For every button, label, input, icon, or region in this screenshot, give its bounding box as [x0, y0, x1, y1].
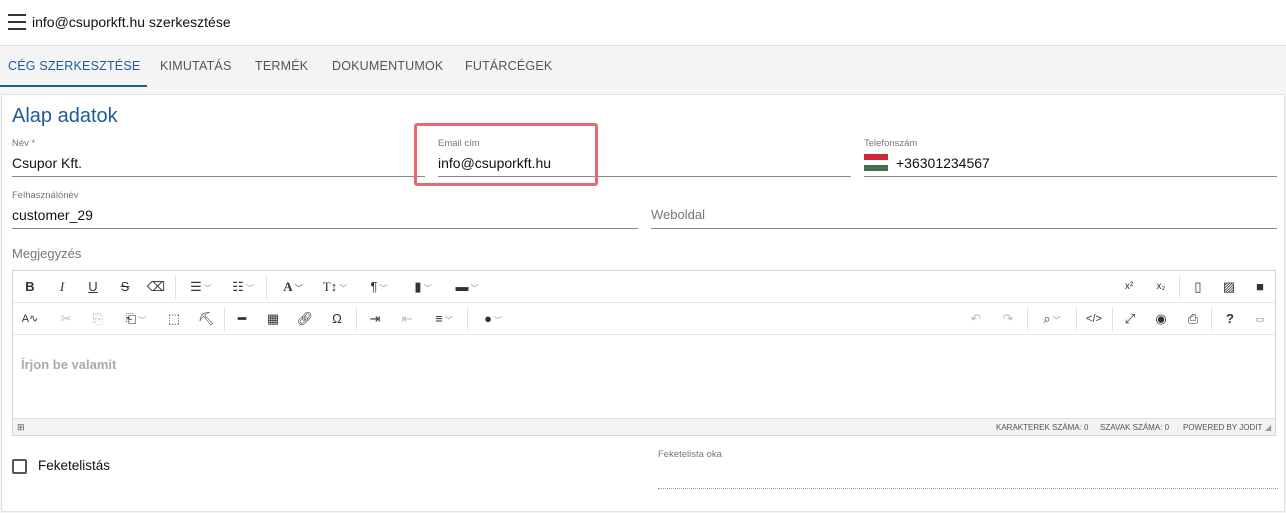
note-label: Megjegyzés [12, 246, 82, 261]
blacklist-reason-underline [658, 488, 1278, 489]
file-icon[interactable]: ▯ [1183, 271, 1213, 303]
image-icon[interactable]: ▨ [1214, 271, 1244, 303]
char-count: KARAKTEREK SZÁMA: 0 [996, 423, 1089, 432]
rich-text-editor: B I U S ⌫ ☰ ﹀ ☷ ﹀ A ﹀ T↕ ﹀ ¶ ﹀ ▮ ﹀ ▬ ﹀ x² x₂ ▯ … [12, 270, 1276, 436]
word-count: SZAVAK SZÁMA: 0 [1100, 423, 1170, 432]
name-field[interactable]: Név * Csupor Kft. [12, 138, 425, 178]
copy-icon[interactable]: ⎘ [83, 303, 113, 335]
hungary-flag-icon[interactable] [864, 154, 888, 171]
table-style-icon[interactable]: ▬ ﹀ [447, 271, 487, 303]
resize-grip-icon[interactable]: ⊞ [17, 419, 25, 436]
horizontal-line-icon[interactable]: ━ [227, 303, 257, 335]
form-panel: Alap adatok Név * Csupor Kft. Email cím … [1, 94, 1285, 512]
phone-field[interactable]: Telefonszám +36301234567 [864, 138, 1277, 178]
blacklisted-label: Feketelistás [38, 458, 111, 473]
tab-futarcegek[interactable]: FUTÁRCÉGEK [465, 47, 552, 87]
tab-bar: CÉG SZERKESZTÉSE KIMUTATÁS TERMÉK DOKUME… [0, 47, 1286, 87]
username-label: Felhasználónév [12, 190, 79, 201]
tab-termek[interactable]: TERMÉK [255, 47, 308, 87]
eraser-icon[interactable]: ⌫ [141, 271, 171, 303]
top-bar: info@csuporkft.hu szerkesztése [0, 0, 1286, 46]
video-icon[interactable]: ■ [1245, 271, 1275, 303]
editor-toolbar-row-1: B I U S ⌫ ☰ ﹀ ☷ ﹀ A ﹀ T↕ ﹀ ¶ ﹀ ▮ ﹀ ▬ ﹀ x² x₂ ▯ … [13, 271, 1275, 303]
print-icon[interactable]: ⎙ [1178, 303, 1208, 335]
brush-color-icon[interactable]: ● ﹀ [473, 303, 513, 335]
redo-icon[interactable]: ↷ [993, 303, 1023, 335]
numbered-list-icon[interactable]: ☷ ﹀ [223, 271, 263, 303]
subscript-icon[interactable]: x₂ [1146, 271, 1176, 303]
powered-by-link[interactable]: POWERED BY JODIT [1183, 419, 1262, 436]
phone-value: +36301234567 [896, 155, 990, 171]
website-field[interactable]: Weboldal [651, 190, 1277, 230]
username-underline [12, 228, 638, 229]
select-all-icon[interactable]: ⬚ [159, 303, 189, 335]
paste-icon[interactable]: ⎗ ﹀ [116, 303, 156, 335]
bullet-list-icon[interactable]: ☰ ﹀ [181, 271, 221, 303]
website-underline [651, 228, 1277, 229]
menu-icon[interactable] [8, 14, 26, 30]
website-label: Weboldal [651, 207, 705, 222]
name-value: Csupor Kft. [12, 155, 83, 171]
font-icon[interactable]: A ﹀ [273, 271, 313, 303]
editor-content-area[interactable]: Írjon be valamit [13, 335, 1275, 419]
link-icon[interactable]: 🔗︎ [290, 303, 320, 335]
username-field[interactable]: Felhasználónév customer_29 [12, 190, 638, 230]
superscript-icon[interactable]: x² [1114, 271, 1144, 303]
tab-dokumentumok[interactable]: DOKUMENTUMOK [332, 47, 443, 87]
blacklist-reason-field[interactable]: Feketelista oka [658, 449, 1278, 489]
indent-icon[interactable]: ⇥ [360, 303, 390, 335]
name-label: Név * [12, 138, 36, 149]
blacklisted-checkbox[interactable] [12, 459, 27, 474]
underline-icon[interactable]: U [78, 271, 108, 303]
cut-icon[interactable]: ✂ [51, 303, 81, 335]
font-size-icon[interactable]: T↕ ﹀ [315, 271, 355, 303]
italic-icon[interactable]: I [47, 271, 77, 303]
fullscreen-icon[interactable]: ⤢ [1115, 303, 1145, 335]
strikethrough-icon[interactable]: S [110, 271, 140, 303]
help-icon[interactable]: ? [1215, 303, 1245, 335]
section-title: Alap adatok [12, 105, 118, 127]
outdent-icon[interactable]: ⇤ [392, 303, 422, 335]
align-icon[interactable]: ≡ ﹀ [424, 303, 464, 335]
phone-label: Telefonszám [864, 138, 918, 149]
table-icon[interactable]: ▦ [258, 303, 288, 335]
editor-toolbar-row-2: A∿ ✂ ⎘ ⎗ ﹀ ⬚ ⛏ ━ ▦ 🔗︎ Ω ⇥ ⇤ ≡ ﹀ ● ﹀ ↶ ↷ ⌕ ﹀ … [13, 303, 1275, 335]
tab-kimutatas[interactable]: KIMUTATÁS [160, 47, 231, 87]
classes-icon[interactable]: ▮ ﹀ [403, 271, 443, 303]
email-highlight-box [414, 123, 598, 186]
resize-handle-icon[interactable]: ◢ [1265, 419, 1271, 436]
symbols-icon[interactable]: Ω [322, 303, 352, 335]
phone-underline [864, 176, 1277, 177]
editor-placeholder: Írjon be valamit [21, 357, 117, 372]
undo-icon[interactable]: ↶ [961, 303, 991, 335]
editor-status-bar: ⊞ KARAKTEREK SZÁMA: 0 SZAVAK SZÁMA: 0 PO… [13, 418, 1275, 435]
tab-ceg-szerkesztese[interactable]: CÉG SZERKESZTÉSE [0, 47, 147, 87]
search-icon[interactable]: ⌕ ﹀ [1031, 303, 1073, 335]
about-icon[interactable]: ▭ [1245, 303, 1275, 335]
name-underline [12, 176, 425, 177]
blacklist-reason-label: Feketelista oka [658, 449, 722, 460]
copy-format-icon[interactable]: ⛏ [191, 303, 221, 335]
preview-eye-icon[interactable]: ◉ [1146, 303, 1176, 335]
paragraph-icon[interactable]: ¶ ﹀ [359, 271, 399, 303]
spellcheck-icon[interactable]: A∿ [15, 303, 45, 335]
page-title: info@csuporkft.hu szerkesztése [32, 14, 231, 30]
username-value: customer_29 [12, 207, 93, 223]
source-code-icon[interactable]: </> [1079, 303, 1109, 335]
bold-icon[interactable]: B [15, 271, 45, 303]
